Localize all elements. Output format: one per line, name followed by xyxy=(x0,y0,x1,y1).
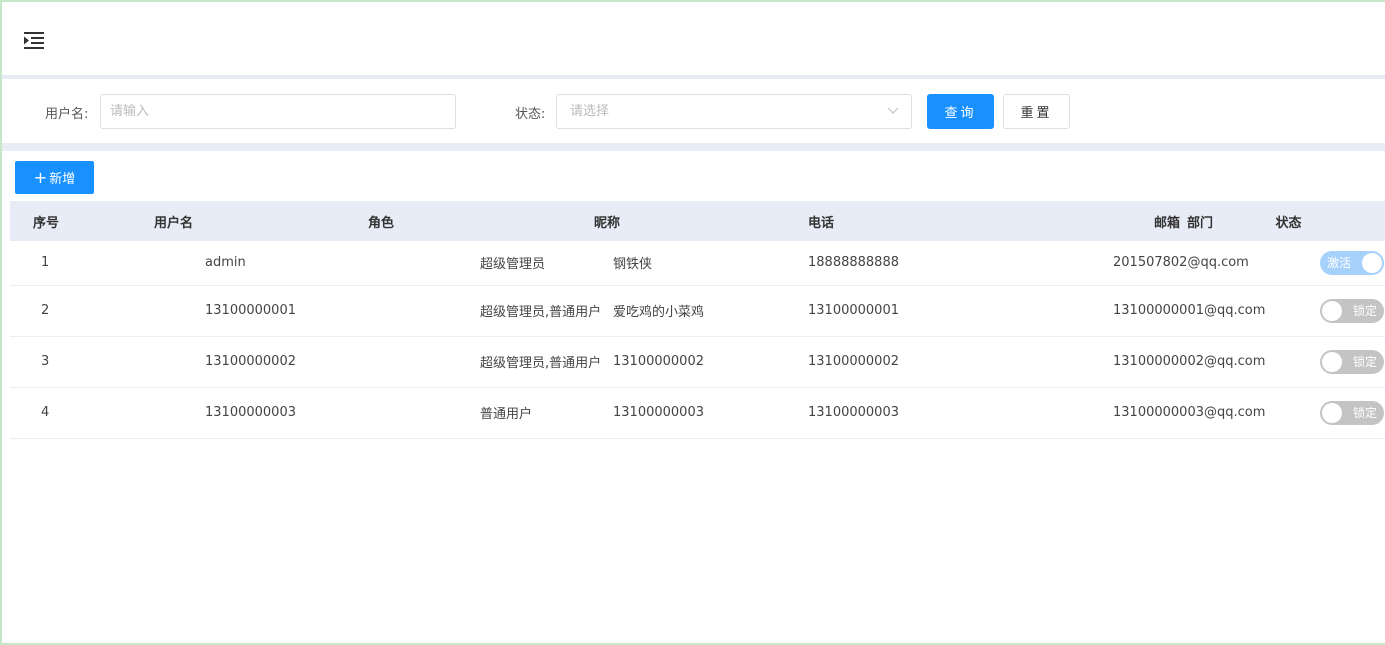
cell-username: admin xyxy=(80,241,340,286)
username-placeholder: 请输入 xyxy=(110,104,150,119)
cell-index: 3 xyxy=(10,336,80,388)
status-placeholder: 请选择 xyxy=(570,104,610,119)
toggle-label: 锁定 xyxy=(1352,303,1377,318)
column-header-phone[interactable]: 电话 xyxy=(808,201,918,241)
add-button-label: 新增 xyxy=(49,172,76,187)
cell-nickname: 钢铁侠 xyxy=(524,241,808,286)
toggle-knob xyxy=(1362,252,1382,273)
cell-role: 超级管理员 xyxy=(340,241,545,286)
table-row: 2 13100000001 超级管理员,普通用户 爱吃鸡的小菜鸡 13100000001… xyxy=(10,285,1385,337)
toggle-knob xyxy=(1322,300,1342,321)
cell-index: 2 xyxy=(10,285,80,337)
status-toggle[interactable]: 激活 xyxy=(1320,250,1384,275)
toggle-knob xyxy=(1322,351,1342,372)
toggle-knob xyxy=(1322,402,1342,423)
reset-button-label: 重置 xyxy=(1020,106,1053,121)
cell-role: 超级管理员,普通用户 xyxy=(340,336,601,388)
column-header-index[interactable]: 序号 xyxy=(10,201,80,241)
username-input[interactable]: 请输入 xyxy=(100,94,456,129)
cell-status: 激活 xyxy=(1274,241,1385,286)
table-row: 1 admin 超级管理员 钢铁侠 18888888888 201507802@qq.co… xyxy=(10,241,1385,286)
cell-phone: 13100000001 xyxy=(808,285,918,337)
cell-phone: 13100000003 xyxy=(808,387,918,439)
query-button[interactable]: 查询 xyxy=(927,94,994,129)
user-table: 序号 用户名 角色 昵称 电话 邮箱 部门 状态 1 admin 超级管理员 钢铁侠 1… xyxy=(10,201,1385,439)
cell-nickname: 13100000003 xyxy=(524,387,808,439)
cell-status: 锁定 xyxy=(1274,387,1385,439)
cell-status: 锁定 xyxy=(1274,336,1385,388)
column-header-status[interactable]: 部门 状态 xyxy=(1187,201,1385,241)
search-panel: 用户名: 请输入 状态: 请选择 查询 重置 xyxy=(2,79,1385,143)
cell-username: 13100000003 xyxy=(80,387,340,439)
cell-email: 201507802@qq.com xyxy=(918,241,1274,286)
table-body: 1 admin 超级管理员 钢铁侠 18888888888 201507802@qq.co… xyxy=(10,241,1385,439)
status-toggle[interactable]: 锁定 xyxy=(1320,349,1384,374)
column-header-dept-label: 部门 xyxy=(1187,215,1214,231)
toggle-label: 锁定 xyxy=(1352,405,1377,420)
chevron-down-icon xyxy=(887,107,899,114)
cell-role: 普通用户 xyxy=(340,387,532,439)
cell-phone: 13100000002 xyxy=(808,336,918,388)
column-header-username[interactable]: 用户名 xyxy=(80,201,340,241)
cell-username: 13100000002 xyxy=(80,336,340,388)
cell-index: 1 xyxy=(10,241,80,286)
column-header-email[interactable]: 邮箱 xyxy=(918,201,1274,241)
table-row: 3 13100000002 超级管理员,普通用户 13100000002 1310000… xyxy=(10,336,1385,388)
cell-status: 锁定 xyxy=(1274,285,1385,337)
divider xyxy=(2,143,1385,151)
query-button-label: 查询 xyxy=(944,106,977,121)
top-navbar xyxy=(2,2,1385,75)
column-header-status-label: 状态 xyxy=(1275,215,1302,231)
status-select[interactable]: 请选择 xyxy=(556,94,912,129)
table-row: 4 13100000003 普通用户 13100000003 13100000003 13… xyxy=(10,387,1385,439)
plus-icon: + xyxy=(33,167,48,187)
add-button[interactable]: + 新增 xyxy=(15,161,94,194)
reset-button[interactable]: 重置 xyxy=(1003,94,1070,129)
cell-username: 13100000001 xyxy=(80,285,340,337)
username-label: 用户名: xyxy=(45,107,89,122)
cell-role: 超级管理员,普通用户 xyxy=(340,285,601,337)
indent-menu-icon[interactable] xyxy=(22,29,46,53)
cell-email: 13100000001@qq.com xyxy=(918,285,1274,337)
table-header-row: 序号 用户名 角色 昵称 电话 邮箱 部门 状态 xyxy=(10,201,1385,241)
cell-email: 13100000002@qq.com xyxy=(918,336,1274,388)
toggle-label: 激活 xyxy=(1327,255,1352,270)
cell-index: 4 xyxy=(10,387,80,439)
column-header-role[interactable]: 角色 xyxy=(340,201,524,241)
status-toggle[interactable]: 锁定 xyxy=(1320,298,1384,323)
cell-phone: 18888888888 xyxy=(808,241,918,286)
toggle-label: 锁定 xyxy=(1352,354,1377,369)
status-label: 状态: xyxy=(515,107,546,122)
status-toggle[interactable]: 锁定 xyxy=(1320,400,1384,425)
column-header-nickname[interactable]: 昵称 xyxy=(524,201,808,241)
cell-email: 13100000003@qq.com xyxy=(918,387,1274,439)
